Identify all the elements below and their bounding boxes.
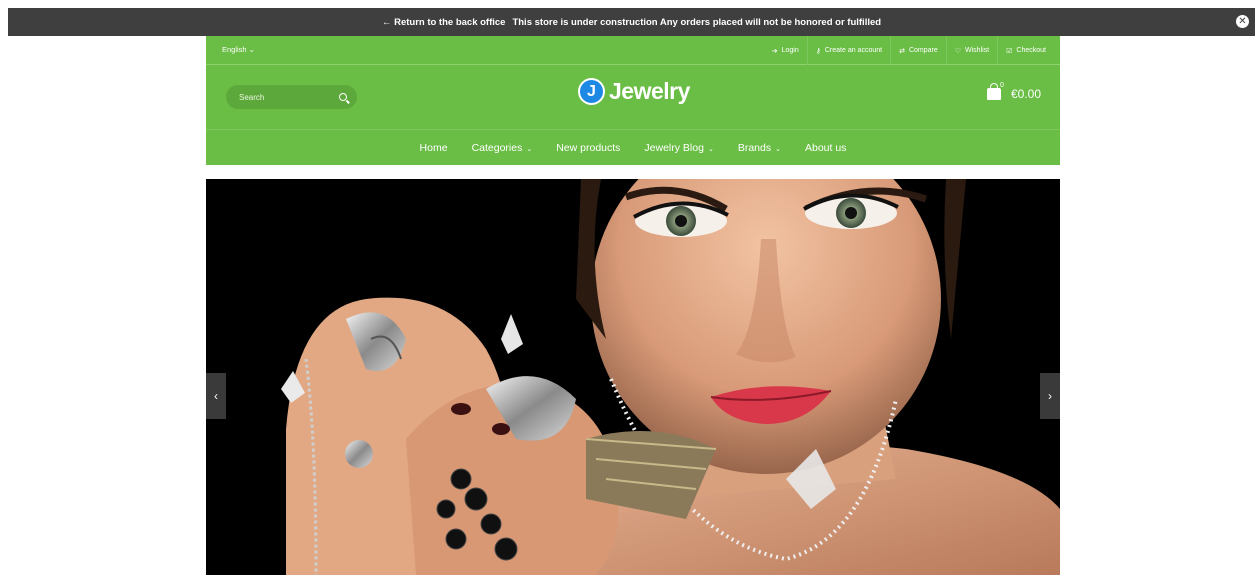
- checkout-icon: ☑: [1006, 47, 1013, 55]
- account-links: ➔ Login ⚷ Create an account ⇄ Compare ♡ …: [764, 36, 1054, 65]
- nav-brands-label: Brands: [737, 141, 772, 154]
- admin-notice-bar: ← Return to the back office This store i…: [8, 8, 1255, 36]
- slider-prev-button[interactable]: ‹: [206, 373, 226, 419]
- logo-badge: J: [578, 78, 605, 105]
- main-nav: Home Categories ⌄ New products Jewelry Bl…: [206, 129, 1060, 165]
- site-logo[interactable]: J Jewelry: [578, 78, 690, 105]
- header-topbar: English ⌄ ➔ Login ⚷ Create an account ⇄ …: [206, 36, 1060, 65]
- language-selector[interactable]: English ⌄: [222, 45, 255, 54]
- nav-home[interactable]: Home: [420, 142, 448, 154]
- checkout-label: Checkout: [1016, 47, 1046, 54]
- back-office-link[interactable]: ← Return to the back office: [382, 17, 506, 28]
- nav-brands[interactable]: Brands ⌄: [738, 142, 781, 154]
- checkout-link[interactable]: ☑ Checkout: [997, 36, 1054, 65]
- nav-jewelry-blog[interactable]: Jewelry Blog ⌄: [644, 142, 713, 154]
- search-input[interactable]: [239, 92, 337, 102]
- login-link[interactable]: ➔ Login: [764, 36, 807, 65]
- site-header: English ⌄ ➔ Login ⚷ Create an account ⇄ …: [206, 36, 1060, 165]
- slider-next-button[interactable]: ›: [1040, 373, 1060, 419]
- wishlist-link[interactable]: ♡ Wishlist: [945, 36, 997, 65]
- nav-categories[interactable]: Categories ⌄: [472, 142, 533, 154]
- compare-link[interactable]: ⇄ Compare: [890, 36, 946, 65]
- nav-categories-label: Categories: [471, 141, 523, 154]
- hero-slider: ‹ ›: [206, 179, 1060, 575]
- search-icon[interactable]: [339, 93, 347, 101]
- create-account-label: Create an account: [824, 47, 883, 54]
- nav-new-products[interactable]: New products: [556, 142, 620, 154]
- login-icon: ➔: [771, 47, 778, 55]
- chevron-down-icon: ⌄: [775, 145, 781, 153]
- shopping-bag-icon: [986, 83, 1001, 100]
- chevron-down-icon: ⌄: [707, 145, 714, 153]
- search-box: [226, 85, 357, 109]
- compare-label: Compare: [908, 47, 938, 54]
- key-icon: ⚷: [815, 47, 821, 55]
- construction-message: This store is under construction Any ord…: [512, 16, 882, 28]
- heart-icon: ♡: [954, 47, 962, 55]
- cart-button[interactable]: 0 €0.00: [986, 82, 1041, 101]
- close-icon[interactable]: ✕: [1236, 15, 1249, 28]
- logo-text: Jewelry: [609, 78, 690, 104]
- create-account-link[interactable]: ⚷ Create an account: [806, 36, 890, 65]
- nav-about-us[interactable]: About us: [805, 142, 846, 154]
- login-label: Login: [781, 47, 799, 54]
- chevron-down-icon: ⌄: [526, 145, 533, 153]
- hero-image: [206, 179, 1060, 575]
- cart-count: 0: [999, 82, 1004, 89]
- nav-blog-label: Jewelry Blog: [644, 141, 704, 154]
- wishlist-label: Wishlist: [965, 47, 990, 54]
- cart-total: €0.00: [1010, 87, 1041, 101]
- compare-icon: ⇄: [899, 47, 905, 55]
